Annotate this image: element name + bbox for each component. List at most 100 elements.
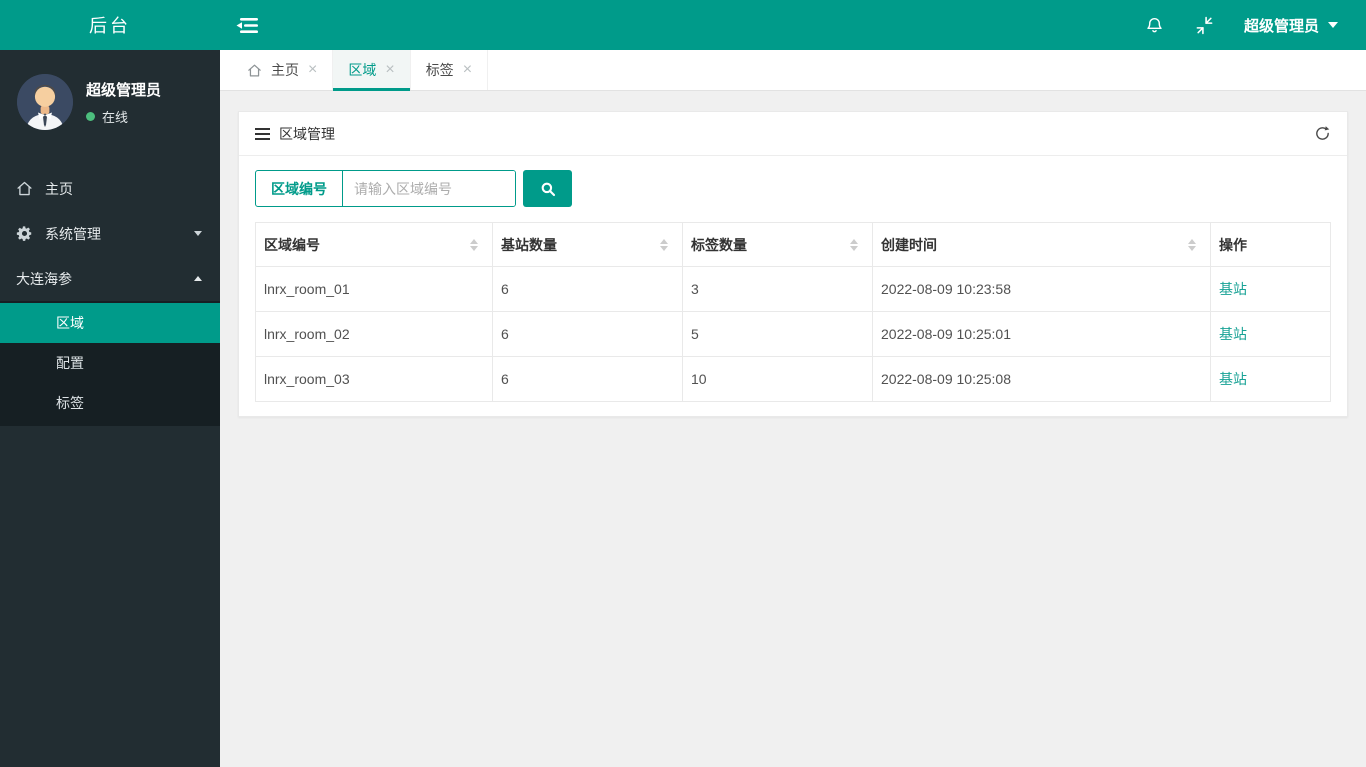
search-field-label: 区域编号 bbox=[256, 171, 343, 206]
topbar-actions: 超级管理员 bbox=[1130, 0, 1366, 50]
cell-created-at: 2022-08-09 10:25:08 bbox=[872, 356, 1211, 402]
base-station-link[interactable]: 基站 bbox=[1219, 281, 1247, 297]
tab-tag[interactable]: 标签 × bbox=[411, 50, 489, 90]
brand-title: 后台 bbox=[89, 16, 131, 36]
compress-icon bbox=[1195, 16, 1214, 35]
sidebar-user-panel: 超级管理员 在线 bbox=[0, 50, 220, 152]
chevron-down-icon bbox=[1328, 22, 1338, 28]
column-label: 操作 bbox=[1219, 236, 1247, 253]
column-label: 区域编号 bbox=[264, 236, 320, 253]
cell-base-station-count: 6 bbox=[492, 266, 683, 312]
sort-icon[interactable] bbox=[850, 238, 858, 251]
topbar: 后台 超级管理员 bbox=[0, 0, 1366, 50]
sidebar-item-label: 大连海参 bbox=[16, 270, 72, 287]
home-icon bbox=[16, 180, 34, 198]
area-table: 区域编号 基站数量 标签数量 创建时间 操作 lnrx_room_01 6 3 … bbox=[255, 222, 1331, 402]
user-menu[interactable]: 超级管理员 bbox=[1230, 0, 1344, 50]
main-area: 主页 × 区域 × 标签 × 区域管理 区域编号 请输入区域编号 区域编号 基站… bbox=[220, 50, 1366, 767]
sidebar-item-home[interactable]: 主页 bbox=[0, 166, 220, 211]
tab-area[interactable]: 区域 × bbox=[333, 50, 411, 91]
tab-home[interactable]: 主页 × bbox=[232, 50, 334, 90]
search-input[interactable] bbox=[343, 171, 515, 206]
sidebar-item-label: 主页 bbox=[45, 180, 73, 197]
sidebar-group-dalian-haishen[interactable]: 大连海参 bbox=[0, 256, 220, 301]
menu-icon bbox=[255, 127, 270, 140]
sidebar-user-info: 超级管理员 在线 bbox=[86, 79, 161, 126]
panel-title: 区域管理 bbox=[279, 125, 335, 142]
search-button[interactable] bbox=[523, 170, 572, 207]
panel-body: 区域编号 请输入区域编号 区域编号 基站数量 标签数量 创建时间 操作 lnrx… bbox=[239, 156, 1347, 416]
tab-label: 标签 bbox=[425, 62, 454, 78]
col-actions: 操作 bbox=[1210, 222, 1331, 267]
online-status-label: 在线 bbox=[102, 109, 129, 125]
close-icon[interactable]: × bbox=[385, 62, 394, 78]
sidebar-submenu: 区域 配置 标签 bbox=[0, 301, 220, 426]
content: 区域管理 区域编号 请输入区域编号 区域编号 基站数量 标签数量 创建时间 操作… bbox=[220, 91, 1366, 437]
sidebar-subitem-label: 标签 bbox=[56, 395, 84, 411]
sidebar-subitem-config[interactable]: 配置 bbox=[0, 343, 220, 383]
search-input-group: 区域编号 bbox=[255, 170, 516, 207]
refresh-icon bbox=[1314, 125, 1331, 142]
layout: 超级管理员 在线 主页 系统管理 大连海参 区域 配置 标签 主页 × 区域 ×… bbox=[0, 50, 1366, 767]
bell-icon bbox=[1145, 15, 1164, 35]
base-station-link[interactable]: 基站 bbox=[1219, 371, 1247, 387]
sidebar-subitem-area[interactable]: 区域 bbox=[0, 303, 220, 343]
sidebar-subitem-tag[interactable]: 标签 bbox=[0, 383, 220, 423]
sidebar: 超级管理员 在线 主页 系统管理 大连海参 区域 配置 标签 bbox=[0, 50, 220, 767]
cell-tag-count: 3 bbox=[682, 266, 873, 312]
col-base-station-count: 基站数量 bbox=[492, 222, 683, 267]
sidebar-toggle-button[interactable] bbox=[220, 0, 274, 50]
cell-created-at: 2022-08-09 10:23:58 bbox=[872, 266, 1211, 312]
cell-base-station-count: 6 bbox=[492, 311, 683, 357]
panel-header: 区域管理 bbox=[239, 112, 1347, 156]
avatar bbox=[17, 74, 73, 130]
brand-logo[interactable]: 后台 bbox=[0, 0, 220, 50]
base-station-link[interactable]: 基站 bbox=[1219, 326, 1247, 342]
sidebar-item-system-management[interactable]: 系统管理 bbox=[0, 211, 220, 256]
close-icon[interactable]: × bbox=[463, 62, 472, 78]
sidebar-user-status: 在线 bbox=[86, 107, 161, 126]
chevron-up-icon bbox=[194, 276, 202, 281]
search-row: 区域编号 bbox=[255, 170, 1331, 207]
tabbar: 主页 × 区域 × 标签 × bbox=[220, 50, 1366, 91]
close-icon[interactable]: × bbox=[308, 62, 317, 78]
cell-tag-count: 10 bbox=[682, 356, 873, 402]
user-menu-label: 超级管理员 bbox=[1243, 17, 1319, 35]
sort-icon[interactable] bbox=[470, 238, 478, 251]
sidebar-item-label: 系统管理 bbox=[45, 225, 101, 242]
col-created-at: 创建时间 bbox=[872, 222, 1211, 267]
search-icon bbox=[539, 180, 557, 198]
gear-icon bbox=[16, 225, 34, 243]
sort-icon[interactable] bbox=[1188, 238, 1196, 251]
column-label: 标签数量 bbox=[691, 236, 747, 253]
tab-label: 区域 bbox=[348, 62, 377, 78]
sidebar-subitem-label: 区域 bbox=[56, 315, 84, 331]
notifications-button[interactable] bbox=[1130, 0, 1180, 50]
col-area-id: 区域编号 bbox=[255, 222, 493, 267]
sidebar-toggle-icon bbox=[236, 17, 259, 34]
fullscreen-toggle-button[interactable] bbox=[1180, 0, 1230, 50]
sort-icon[interactable] bbox=[660, 238, 668, 251]
column-label: 基站数量 bbox=[501, 236, 557, 253]
sidebar-menu: 主页 系统管理 大连海参 区域 配置 标签 bbox=[0, 166, 220, 426]
refresh-button[interactable] bbox=[1314, 125, 1331, 142]
table-row: lnrx_room_01 6 3 2022-08-09 10:23:58 基站 bbox=[255, 266, 1331, 312]
column-label: 创建时间 bbox=[881, 236, 937, 253]
area-management-panel: 区域管理 区域编号 请输入区域编号 区域编号 基站数量 标签数量 创建时间 操作… bbox=[238, 111, 1348, 417]
online-status-dot bbox=[86, 111, 95, 121]
cell-area-id: lnrx_room_01 bbox=[255, 266, 493, 312]
cell-area-id: lnrx_room_02 bbox=[255, 311, 493, 357]
cell-created-at: 2022-08-09 10:25:01 bbox=[872, 311, 1211, 357]
chevron-down-icon bbox=[194, 231, 202, 236]
table-row: lnrx_room_02 6 5 2022-08-09 10:25:01 基站 bbox=[255, 311, 1331, 357]
table-row: lnrx_room_03 6 10 2022-08-09 10:25:08 基站 bbox=[255, 356, 1331, 402]
sidebar-subitem-label: 配置 bbox=[56, 355, 84, 371]
cell-tag-count: 5 bbox=[682, 311, 873, 357]
table-header-row: 区域编号 基站数量 标签数量 创建时间 操作 bbox=[255, 222, 1331, 267]
cell-base-station-count: 6 bbox=[492, 356, 683, 402]
col-tag-count: 标签数量 bbox=[682, 222, 873, 267]
home-icon bbox=[247, 63, 262, 78]
sidebar-user-name: 超级管理员 bbox=[86, 81, 162, 99]
cell-area-id: lnrx_room_03 bbox=[255, 356, 493, 402]
tab-label: 主页 bbox=[271, 62, 299, 78]
